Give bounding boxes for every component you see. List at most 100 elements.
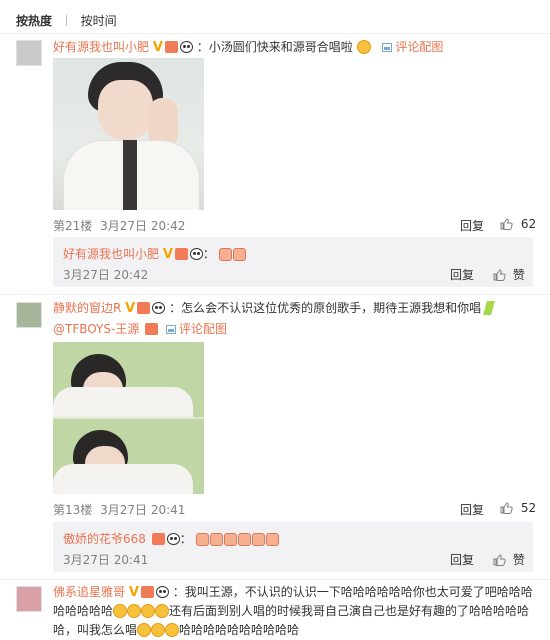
- laugh-cry-emoji-icon: [113, 604, 128, 618]
- comment-2-mention-line: @TFBOYS-王源 评论配图: [53, 320, 227, 337]
- reply-button[interactable]: 回复: [460, 217, 484, 234]
- laugh-emoji-icon: [356, 40, 371, 54]
- comment-2-header: 静默的窗边R V ：怎么会不认识这位优秀的原创歌手，期待王源我想和你唱: [53, 299, 495, 316]
- floor-number: 第21楼: [53, 219, 93, 233]
- photo-shirt: [123, 140, 137, 210]
- reply-button[interactable]: 回复: [450, 551, 474, 568]
- like-button[interactable]: 赞: [493, 551, 525, 568]
- verified-v-icon: V: [152, 40, 163, 55]
- fan-badge-icon: [145, 323, 159, 335]
- comment-time: 3月27日 20:41: [100, 503, 186, 517]
- photo-jacket: [53, 387, 193, 417]
- reply-username[interactable]: 傲娇的花爷668: [63, 532, 146, 546]
- mic-emoji-icon: [483, 301, 495, 315]
- comment-text: ：怎么会不认识这位优秀的原创歌手，期待王源我想和你唱: [169, 301, 482, 315]
- laugh-cry-emoji-icon: [127, 604, 142, 618]
- verified-v-icon: V: [125, 301, 136, 316]
- verified-v-icon: V: [128, 585, 139, 600]
- reply-box: 好有源我也叫小肥 V： 3月27日 20:42 回复 赞: [53, 237, 533, 287]
- mention-link[interactable]: @TFBOYS-王源: [53, 322, 139, 336]
- comment-meta: 第21楼 3月27日 20:42: [53, 217, 185, 234]
- tab-sort-by-time[interactable]: 按时间: [81, 14, 117, 28]
- comment-meta: 第13楼 3月27日 20:41: [53, 501, 185, 518]
- comment-3-line-1: 佛系追星雅哥 V ：我叫王源，不认识的认识一下哈哈哈哈哈哈你也太可爱了吧哈哈哈: [53, 583, 533, 602]
- comment-divider: [0, 294, 550, 295]
- tabs-divider: [0, 33, 550, 34]
- comment-username[interactable]: 好有源我也叫小肥: [53, 40, 149, 54]
- panda-emoji-icon: [155, 586, 169, 598]
- avatar[interactable]: [16, 40, 42, 66]
- photo-face: [98, 80, 153, 140]
- tab-separator: [65, 15, 67, 26]
- reply-button[interactable]: 回复: [460, 501, 484, 518]
- like-count: 62: [520, 217, 537, 231]
- comment-text: 哈哈哈哈哈: [53, 604, 114, 618]
- avatar[interactable]: [16, 586, 42, 612]
- avatar[interactable]: [16, 302, 42, 328]
- fan-badge-icon: [137, 302, 151, 314]
- comment-divider: [0, 579, 550, 580]
- laugh-cry-emoji-icon: [165, 623, 180, 637]
- laugh-cry-emoji-icon: [151, 623, 166, 637]
- thumbs-up-icon: [493, 269, 506, 281]
- reply-username[interactable]: 好有源我也叫小肥: [63, 247, 159, 261]
- like-label: 赞: [512, 553, 525, 567]
- sort-tabs: 按热度 按时间: [16, 12, 117, 29]
- emoji-icon: [223, 533, 237, 546]
- comment-username[interactable]: 静默的窗边R: [53, 301, 121, 315]
- reply-time: 3月27日 20:42: [63, 268, 149, 282]
- fan-badge-icon: [140, 586, 154, 598]
- image-icon: [382, 43, 393, 52]
- comment-3-line-2: 哈哈哈哈哈 还有后面到别人唱的时候我哥自己演自己也是好有趣的了哈哈哈哈哈: [53, 602, 533, 621]
- like-button[interactable]: 62: [500, 217, 536, 231]
- comment-image-link[interactable]: 评论配图: [382, 40, 443, 54]
- thumbs-up-icon: [500, 502, 513, 514]
- emoji-icon: [237, 533, 251, 546]
- emoji-icon: [209, 533, 223, 546]
- verified-v-icon: V: [162, 247, 173, 262]
- comment-text: 哈哈哈哈哈哈哈哈哈哈: [179, 623, 300, 637]
- fan-badge-icon: [174, 248, 188, 260]
- image-icon: [165, 325, 176, 334]
- like-label: 赞: [512, 268, 525, 282]
- comment-photo[interactable]: [53, 342, 204, 494]
- panda-emoji-icon: [189, 248, 203, 260]
- emoji-icon: [251, 533, 265, 546]
- laugh-cry-emoji-icon: [137, 623, 152, 637]
- reply-header: 好有源我也叫小肥 V：: [63, 245, 247, 262]
- comment-1-header: 好有源我也叫小肥 V ：小汤圆们快来和源哥合唱啦 评论配图: [53, 38, 443, 55]
- reply-header: 傲娇的花爷668 ：: [63, 530, 280, 547]
- thumbs-up-icon: [493, 554, 506, 566]
- fan-badge-icon: [151, 533, 165, 545]
- reply-time: 3月27日 20:41: [63, 553, 149, 567]
- comment-text: 哈，叫我怎么唱: [53, 623, 138, 637]
- tab-sort-by-hot[interactable]: 按热度: [16, 14, 52, 28]
- floor-number: 第13楼: [53, 503, 93, 517]
- reply-button[interactable]: 回复: [450, 266, 474, 283]
- like-button[interactable]: 赞: [493, 266, 525, 283]
- photo-split: [53, 417, 204, 419]
- emoji-icon: [195, 533, 209, 546]
- comment-text: ：我叫王源，不认识的认识一下哈哈哈哈哈哈你也太可爱了吧哈哈哈: [172, 585, 533, 599]
- fan-badge-icon: [164, 41, 178, 53]
- comment-image-link[interactable]: 评论配图: [165, 322, 227, 336]
- thumbs-up-icon: [500, 218, 513, 230]
- panda-emoji-icon: [152, 302, 166, 314]
- comment-3-line-3: 哈，叫我怎么唱 哈哈哈哈哈哈哈哈哈哈: [53, 621, 533, 640]
- panda-emoji-icon: [179, 41, 193, 53]
- comment-text: ：小汤圆们快来和源哥合唱啦: [196, 40, 353, 54]
- panda-emoji-icon: [166, 533, 180, 545]
- reply-box: 傲娇的花爷668 ： 3月27日 20:41 回复 赞: [53, 522, 533, 572]
- like-button[interactable]: 52: [500, 501, 536, 515]
- comment-username[interactable]: 佛系追星雅哥: [53, 585, 125, 599]
- comment-time: 3月27日 20:42: [100, 219, 186, 233]
- like-count: 52: [520, 501, 537, 515]
- laugh-cry-emoji-icon: [141, 604, 156, 618]
- emoji-icon: [232, 248, 246, 261]
- comment-text: 还有后面到别人唱的时候我哥自己演自己也是好有趣的了哈哈哈哈哈: [169, 604, 530, 618]
- photo-jacket: [53, 464, 193, 494]
- comment-photo[interactable]: [53, 58, 204, 210]
- laugh-cry-emoji-icon: [155, 604, 170, 618]
- comment-3-body: 佛系追星雅哥 V ：我叫王源，不认识的认识一下哈哈哈哈哈哈你也太可爱了吧哈哈哈 …: [53, 583, 533, 640]
- emoji-icon: [265, 533, 279, 546]
